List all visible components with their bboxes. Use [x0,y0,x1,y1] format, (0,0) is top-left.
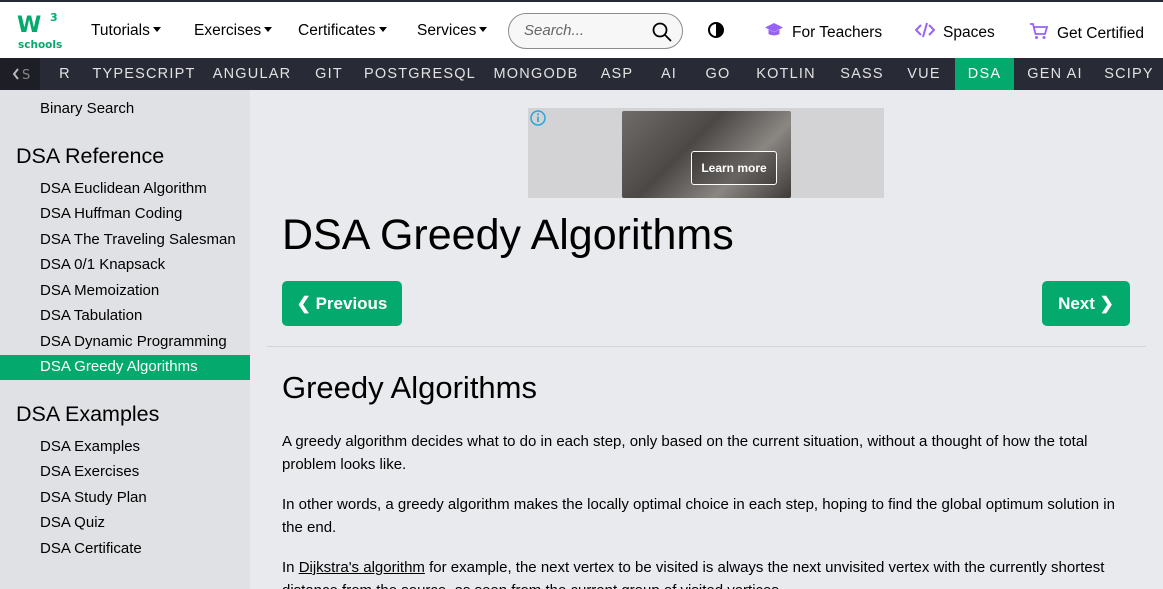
sidebar-item-greedy-algorithms[interactable]: DSA Greedy Algorithms [40,358,198,375]
subnav-item-typescript[interactable]: TYPESCRIPT [92,58,196,90]
caret-down-icon [264,27,273,33]
dijkstra-link[interactable]: Dijkstra's algorithm [299,559,425,576]
certificates-label: Certificates [298,22,376,39]
sidebar-item-traveling-salesman[interactable]: DSA The Traveling Salesman [40,231,236,248]
services-menu[interactable]: Services [417,22,488,40]
page-title: DSA Greedy Algorithms [282,211,734,259]
subnav-item-kotlin[interactable]: KOTLIN [750,58,822,90]
subnav-item-asp[interactable]: ASP [596,58,638,90]
subnav-item-git[interactable]: GIT [308,58,350,90]
sidebar-item-knapsack[interactable]: DSA 0/1 Knapsack [40,256,165,273]
certificates-menu[interactable]: Certificates [298,22,387,40]
spaces-label: Spaces [943,23,995,41]
info-icon[interactable] [530,110,546,131]
subnav-item-ai[interactable]: AI [652,58,686,90]
top-navigation: W 3 schools Tutorials Exercises Certific… [0,0,1163,58]
sidebar: Binary Search DSA Reference DSA Euclidea… [0,90,250,589]
tutorial-subnav: S R TYPESCRIPT ANGULAR GIT POSTGRESQL MO… [0,58,1163,90]
paragraph-3: In Dijkstra's algorithm for example, the… [282,556,1122,589]
sidebar-item-dynamic-programming[interactable]: DSA Dynamic Programming [40,333,227,350]
code-icon [914,22,936,43]
divider [267,346,1146,347]
sidebar-item-study-plan[interactable]: DSA Study Plan [40,489,147,506]
for-teachers-label: For Teachers [792,23,883,41]
tutorials-menu[interactable]: Tutorials [91,22,161,40]
next-button[interactable]: Next ❯ [1042,281,1130,326]
subnav-item-mongodb[interactable]: MONGODB [490,58,582,90]
subnav-item-gen-ai[interactable]: GEN AI [1022,58,1088,90]
get-certified-link[interactable]: Get Certified [1029,22,1144,45]
sidebar-item-euclidean[interactable]: DSA Euclidean Algorithm [40,180,207,197]
sidebar-item-examples[interactable]: DSA Examples [40,438,140,455]
sidebar-item-quiz[interactable]: DSA Quiz [40,514,105,531]
exercises-label: Exercises [194,22,262,39]
scroll-left-button[interactable]: S [0,58,40,90]
search-icon[interactable] [652,22,672,47]
subnav-item-sass[interactable]: SASS [836,58,888,90]
sidebar-heading-examples: DSA Examples [16,402,160,426]
w3schools-logo-icon: W 3 schools [17,11,62,51]
search-input[interactable] [524,22,644,39]
sidebar-item-tabulation[interactable]: DSA Tabulation [40,307,142,324]
svg-text:W: W [17,13,41,38]
subnav-item-scipy[interactable]: SCIPY [1100,58,1158,90]
for-teachers-link[interactable]: For Teachers [764,22,882,43]
search-box [508,13,683,49]
w3schools-logo[interactable]: W 3 schools [14,8,62,54]
caret-down-icon [479,27,488,33]
sidebar-item-certificate[interactable]: DSA Certificate [40,540,142,557]
cart-icon [1029,22,1049,45]
paragraph-3-prefix: In [282,559,299,576]
spaces-link[interactable]: Spaces [914,22,995,43]
subnav-item-dsa[interactable]: DSA [955,58,1014,90]
sidebar-item-binary-search[interactable]: Binary Search [40,100,134,117]
services-label: Services [417,22,477,39]
ad-image: Learn more [622,111,791,198]
exercises-menu[interactable]: Exercises [194,22,273,40]
get-certified-label: Get Certified [1057,24,1145,42]
ad-learn-more-button[interactable]: Learn more [691,151,777,185]
sidebar-item-huffman[interactable]: DSA Huffman Coding [40,205,182,222]
previous-button[interactable]: ❮ Previous [282,281,402,326]
paragraph-2: In other words, a greedy algorithm makes… [282,496,1115,536]
sidebar-item-exercises[interactable]: DSA Exercises [40,463,139,480]
svg-text:schools: schools [18,39,62,51]
subnav-item-angular[interactable]: ANGULAR [210,58,294,90]
subnav-item-go[interactable]: GO [700,58,736,90]
caret-down-icon [378,27,387,33]
chevron-left-icon: S [12,68,30,83]
subnav-item-postgresql[interactable]: POSTGRESQL [364,58,476,90]
svg-text:S: S [22,68,30,83]
subnav-item-r[interactable]: R [52,58,78,90]
subnav-item-vue[interactable]: VUE [902,58,946,90]
main-content: Learn more DSA Greedy Algorithms ❮ Previ… [250,90,1163,589]
svg-text:3: 3 [50,11,58,24]
sidebar-item-memoization[interactable]: DSA Memoization [40,282,159,299]
theme-toggle-icon[interactable] [707,21,725,44]
graduation-cap-icon [764,22,784,43]
advertisement[interactable]: Learn more [528,108,884,198]
sidebar-heading-reference: DSA Reference [16,144,165,168]
section-title: Greedy Algorithms [282,370,537,405]
paragraph-1: A greedy algorithm decides what to do in… [282,433,1088,473]
caret-down-icon [152,27,161,33]
tutorials-label: Tutorials [91,22,150,39]
